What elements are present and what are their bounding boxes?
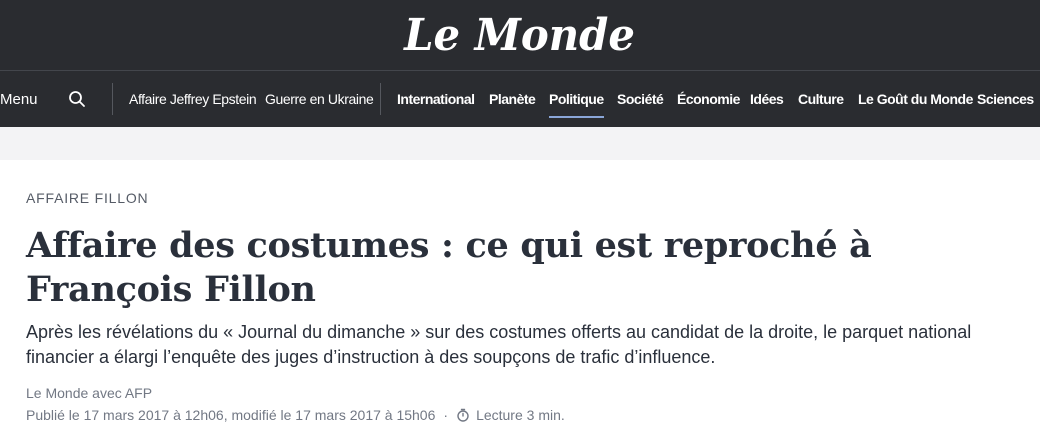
- nav-gout-du-monde[interactable]: Le Goût du Monde: [858, 71, 973, 127]
- nav-divider: [380, 83, 381, 115]
- nav-idees[interactable]: Idées: [750, 71, 784, 127]
- ad-band: [0, 127, 1040, 160]
- article-title: Affaire des costumes : ce qui est reproc…: [26, 225, 872, 310]
- nav-politique[interactable]: Politique: [549, 71, 604, 127]
- nav-societe[interactable]: Société: [617, 71, 664, 127]
- nav-economie[interactable]: Économie: [677, 71, 740, 127]
- search-icon[interactable]: [68, 90, 86, 108]
- publication-date: Publié le 17 mars 2017 à 12h06, modifié …: [26, 407, 436, 423]
- meta-separator: ·: [443, 407, 449, 423]
- main-nav: Menu Affaire Jeffrey Epstein Guerre en U…: [0, 71, 1040, 127]
- article-author: Le Monde avec AFP: [26, 385, 153, 401]
- nav-sciences[interactable]: Sciences: [977, 71, 1034, 127]
- nav-divider: [112, 83, 113, 115]
- reading-time: Lecture 3 min.: [476, 407, 565, 423]
- nav-international[interactable]: International: [397, 71, 475, 127]
- nav-trending-epstein[interactable]: Affaire Jeffrey Epstein: [129, 71, 257, 127]
- site-logo[interactable]: Le Monde: [0, 0, 1040, 70]
- site-header: Le Monde Menu Affaire Jeffrey Epstein Gu…: [0, 0, 1040, 127]
- menu-button[interactable]: Menu: [0, 71, 38, 127]
- nav-planete[interactable]: Planète: [489, 71, 536, 127]
- timer-icon: [457, 408, 469, 422]
- nav-trending-ukraine[interactable]: Guerre en Ukraine: [265, 71, 374, 127]
- logo-text[interactable]: Le Monde: [405, 10, 636, 61]
- article-meta: Publié le 17 mars 2017 à 12h06, modifié …: [26, 407, 565, 423]
- article-description: Après les révélations du « Journal du di…: [26, 322, 972, 367]
- nav-culture[interactable]: Culture: [798, 71, 844, 127]
- article-kicker[interactable]: AFFAIRE FILLON: [26, 190, 148, 206]
